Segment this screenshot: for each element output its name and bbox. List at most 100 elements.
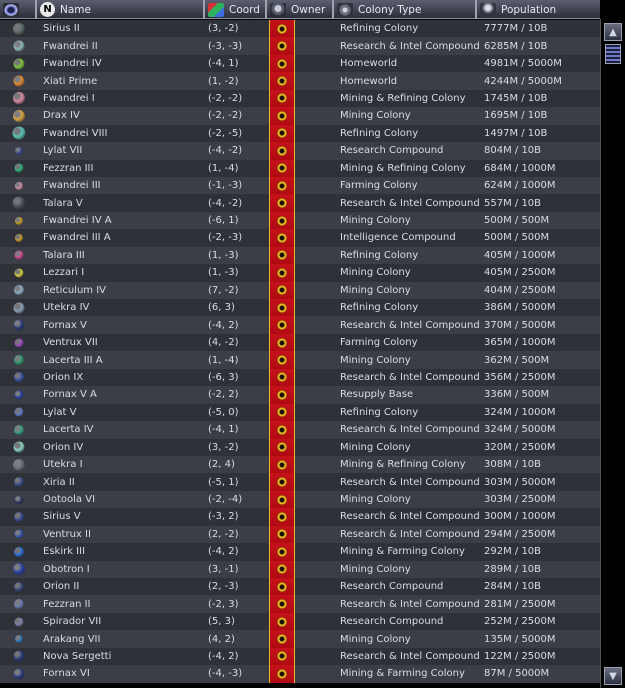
table-row[interactable]: Fwandrei III A (-2, -3) Intelligence Compo… [0, 229, 600, 247]
colony-type: Homeworld [340, 58, 398, 70]
colony-coord: (-2, -3) [208, 232, 243, 244]
colony-type: Mining Colony [340, 354, 411, 366]
table-row[interactable]: Orion IV (3, -2) Mining Colony 320M / 2500M [0, 438, 600, 456]
owner-flag [269, 246, 295, 265]
table-row[interactable]: Lacerta IV (-4, 1) Research & Intel Compou… [0, 421, 600, 439]
colony-name: Fwandrei VIII [43, 127, 108, 139]
colony-population: 87M / 5000M [484, 668, 550, 680]
colony-coord: (1, -3) [208, 249, 239, 261]
table-row[interactable]: Fwandrei III (-1, -3) Farming Colony 624M /… [0, 176, 600, 195]
colony-population: 405M / 2500M [484, 267, 556, 279]
table-row[interactable]: Fezzran II (-2, 3) Research & Intel Compou… [0, 595, 600, 613]
table-row[interactable]: Fwandrei II (-3, -3) Research & Intel Comp… [0, 37, 600, 55]
colony-population: 1745M / 10B [484, 92, 548, 104]
scroll-thumb[interactable] [605, 44, 621, 64]
empire-emblem-icon [277, 110, 287, 121]
colony-population: 804M / 10B [484, 145, 542, 157]
empire-emblem-icon [277, 215, 287, 226]
owner-flag [269, 142, 295, 160]
table-row[interactable]: Sirius V (-3, 2) Research & Intel Compound… [0, 508, 600, 526]
coord-icon [208, 2, 224, 17]
colony-type: Mining & Refining Colony [340, 459, 466, 471]
colony-coord: (1, -2) [208, 75, 239, 87]
empire-emblem-icon [277, 285, 287, 296]
table-row[interactable]: Xiati Prime (1, -2) Homeworld 4244M / 5000M [0, 72, 600, 90]
owner-flag [269, 525, 295, 544]
table-row[interactable]: Fornax V (-4, 2) Research & Intel Compound… [0, 316, 600, 334]
scroll-up-button[interactable]: ▲ [604, 23, 622, 41]
scroll-down-button[interactable]: ▼ [604, 667, 622, 685]
table-row[interactable]: Fwandrei IV (-4, 1) Homeworld 4981M / 5000M [0, 54, 600, 73]
population-icon [480, 2, 496, 17]
table-row[interactable]: Fwandrei I (-2, -2) Mining & Refining Colo… [0, 89, 600, 108]
colony-name: Talara III [43, 249, 85, 261]
header-name[interactable]: N Name [37, 0, 205, 19]
table-row[interactable]: Nova Sergetti (-4, 2) Research & Intel Com… [0, 647, 600, 666]
header-population[interactable]: Population [477, 0, 600, 19]
table-row[interactable]: Drax IV (-2, -2) Mining Colony 1695M / 10B [0, 107, 600, 125]
colony-type: Farming Colony [340, 337, 418, 349]
header-coord-label: Coord [229, 3, 260, 16]
empire-emblem-icon [277, 355, 287, 366]
colony-name: Drax IV [43, 110, 80, 122]
header-view-toggle[interactable] [0, 0, 37, 19]
table-row[interactable]: Lylat VII (-4, -2) Research Compound 804M /… [0, 142, 600, 160]
owner-flag [269, 578, 295, 596]
table-row[interactable]: Ventrux II (2, -2) Research & Intel Compou… [0, 525, 600, 544]
table-row[interactable]: Orion II (2, -3) Research Compound 284M / 1… [0, 578, 600, 596]
empire-emblem-icon [277, 459, 287, 470]
planet-icon [14, 581, 24, 592]
colony-name: Fornax VI [43, 668, 90, 680]
owner-flag [269, 211, 295, 230]
header-owner[interactable]: Owner [267, 0, 334, 19]
table-row[interactable]: Eskirk III (-4, 2) Mining & Farming Colony… [0, 543, 600, 561]
header-type-label: Colony Type [358, 3, 422, 16]
table-row[interactable]: Fwandrei VIII (-2, -5) Refining Colony 1497… [0, 124, 600, 143]
table-row[interactable]: Lacerta III A (1, -4) Mining Colony 362M / … [0, 351, 600, 369]
colony-name: Obotron I [43, 563, 90, 575]
table-row[interactable]: Ootoola VI (-2, -4) Mining Colony 303M / 25… [0, 490, 600, 509]
owner-flag [269, 612, 295, 631]
table-row[interactable]: Spirador VII (5, 3) Research Compound 252M … [0, 612, 600, 631]
table-row[interactable]: Arakang VII (4, 2) Mining Colony 135M / 500… [0, 630, 600, 648]
table-row[interactable]: Sirius II (3, -2) Refining Colony 7777M / 1… [0, 20, 600, 38]
colony-type: Refining Colony [340, 302, 419, 314]
header-coord[interactable]: Coord [205, 0, 267, 19]
colony-type: Mining & Refining Colony [340, 92, 466, 104]
table-row[interactable]: Xiria II (-5, 1) Research & Intel Compound… [0, 473, 600, 491]
table-row[interactable]: Ventrux VII (4, -2) Farming Colony 365M / 1… [0, 333, 600, 352]
owner-flag [269, 351, 295, 369]
table-row[interactable]: Lylat V (-5, 0) Refining Colony 324M / 1000… [0, 403, 600, 422]
empire-emblem-icon [277, 599, 287, 610]
colony-name: Orion IV [43, 441, 84, 453]
table-row[interactable]: Utekra I (2, 4) Mining & Refining Colony 30… [0, 455, 600, 474]
colony-name: Reticulum IV [43, 284, 107, 296]
colony-population: 294M / 2500M [484, 528, 556, 540]
table-row[interactable]: Lezzari I (1, -3) Mining Colony 405M / 2500… [0, 264, 600, 282]
planet-icon [13, 75, 25, 87]
colony-name: Lylat VII [43, 145, 83, 157]
vertical-scrollbar[interactable]: ▲ ▼ [600, 19, 625, 688]
empire-emblem-icon [277, 267, 287, 278]
table-row[interactable]: Fornax VI (-4, -3) Mining & Farming Colony… [0, 665, 600, 683]
table-row[interactable]: Fezzran III (1, -4) Mining & Refining Colo… [0, 159, 600, 177]
colony-type: Refining Colony [340, 406, 419, 418]
header-colony-type[interactable]: Colony Type [334, 0, 477, 19]
table-row[interactable]: Talara V (-4, -2) Research & Intel Compoun… [0, 194, 600, 212]
table-row[interactable]: Obotron I (3, -1) Mining Colony 289M / 10B [0, 560, 600, 578]
table-row[interactable]: Talara III (1, -3) Refining Colony 405M / 1… [0, 246, 600, 265]
colony-name: Orion II [43, 581, 80, 593]
colony-name: Lylat V [43, 406, 77, 418]
table-row[interactable]: Reticulum IV (7, -2) Mining Colony 404M / 2… [0, 281, 600, 299]
colony-population: 303M / 2500M [484, 494, 556, 506]
table-row[interactable]: Fwandrei IV A (-6, 1) Mining Colony 500M / … [0, 211, 600, 230]
colony-population: 252M / 2500M [484, 616, 556, 628]
table-row[interactable]: Utekra IV (6, 3) Refining Colony 386M / 500… [0, 299, 600, 317]
colony-coord: (1, -3) [208, 267, 239, 279]
owner-flag [269, 368, 295, 387]
colony-type: Resupply Base [340, 389, 414, 401]
table-row[interactable]: Fornax V A (-2, 2) Resupply Base 336M / 500… [0, 386, 600, 404]
planet-icon [15, 635, 23, 644]
colony-coord: (-2, -2) [208, 92, 243, 104]
table-row[interactable]: Orion IX (-6, 3) Research & Intel Compound… [0, 368, 600, 387]
